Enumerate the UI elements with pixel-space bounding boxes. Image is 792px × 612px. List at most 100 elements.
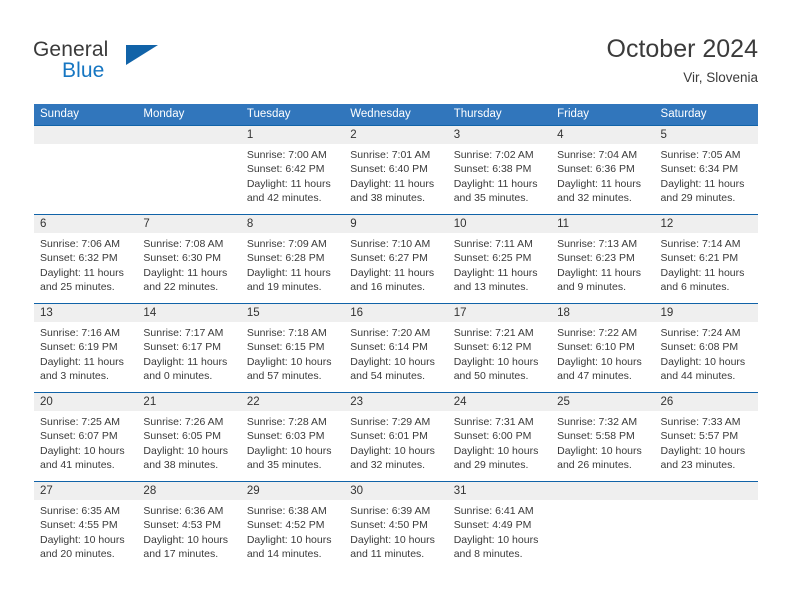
day-cell-inner: 20 Sunrise: 7:25 AM Sunset: 6:07 PM Dayligh… — [34, 392, 138, 481]
sunset-text: Sunset: 4:55 PM — [40, 519, 118, 532]
sunrise-text: Sunrise: 6:39 AM — [350, 505, 431, 517]
day-cell[interactable]: 15 Sunrise: 7:18 AM Sunset: 6:15 PM Dayligh… — [240, 303, 345, 392]
sunset-text: Sunset: 6:15 PM — [246, 341, 325, 354]
sunset-text: Sunset: 6:01 PM — [350, 430, 428, 443]
day-cell-inner: 2 Sunrise: 7:01 AM Sunset: 6:40 PM Daylight… — [344, 125, 448, 214]
day-cell[interactable]: 11 Sunrise: 7:13 AM Sunset: 6:23 PM Dayligh… — [551, 214, 655, 303]
day-details: Sunrise: 7:17 AM Sunset: 6:17 PM Daylight:… — [137, 322, 240, 384]
sunset-text: Sunset: 6:19 PM — [40, 341, 118, 354]
day-cell[interactable]: 24 Sunrise: 7:31 AM Sunset: 6:00 PM Dayligh… — [447, 392, 552, 481]
page-title: October 2024 — [606, 35, 759, 63]
sunrise-text: Sunrise: 7:28 AM — [246, 416, 327, 428]
day-cell[interactable]: 16 Sunrise: 7:20 AM Sunset: 6:14 PM Dayligh… — [344, 303, 448, 392]
day-cell-inner: 9 Sunrise: 7:10 AM Sunset: 6:27 PM Daylight… — [344, 214, 448, 303]
sunset-text: Sunset: 5:57 PM — [660, 430, 739, 443]
day-cell[interactable]: 27 Sunrise: 6:35 AM Sunset: 4:55 PM Dayligh… — [34, 481, 138, 570]
day-cell[interactable]: 2 Sunrise: 7:01 AM Sunset: 6:40 PM Daylight… — [344, 125, 448, 214]
day-cell[interactable]: 13 Sunrise: 7:16 AM Sunset: 6:19 PM Dayligh… — [34, 303, 138, 392]
daylight-text: Daylight: 10 hours — [350, 533, 435, 546]
sunset-text: Sunset: 4:49 PM — [453, 519, 532, 532]
day-number: 26 — [654, 393, 758, 411]
day-cell-inner: 25 Sunrise: 7:32 AM Sunset: 5:58 PM Dayligh… — [551, 392, 655, 481]
day-cell-inner: 15 Sunrise: 7:18 AM Sunset: 6:15 PM Dayligh… — [240, 303, 345, 392]
day-number: 3 — [447, 126, 552, 144]
day-cell-inner: 12 Sunrise: 7:14 AM Sunset: 6:21 PM Dayligh… — [654, 214, 758, 303]
day-cell-inner: 28 Sunrise: 6:36 AM Sunset: 4:53 PM Dayligh… — [137, 481, 241, 570]
day-details: Sunrise: 7:31 AM Sunset: 6:00 PM Daylight:… — [448, 411, 551, 473]
day-number: 14 — [137, 304, 241, 322]
day-details: Sunrise: 7:01 AM Sunset: 6:40 PM Daylight:… — [344, 144, 447, 206]
day-cell-inner: 1 Sunrise: 7:00 AM Sunset: 6:42 PM Daylight… — [240, 125, 345, 214]
day-cell[interactable]: 1 Sunrise: 7:00 AM Sunset: 6:42 PM Daylight… — [240, 125, 345, 214]
daylight-text: Daylight: 10 hours — [246, 533, 332, 546]
weekday-header-monday: Monday — [137, 104, 241, 125]
daylight-text: and 38 minutes. — [350, 192, 425, 205]
day-cell[interactable]: 12 Sunrise: 7:14 AM Sunset: 6:21 PM Dayligh… — [654, 214, 758, 303]
day-number — [137, 126, 241, 144]
daylight-text: Daylight: 11 hours — [453, 177, 538, 190]
daylight-text: and 11 minutes. — [350, 548, 425, 561]
day-number: 1 — [240, 126, 345, 144]
day-cell-inner: 16 Sunrise: 7:20 AM Sunset: 6:14 PM Dayligh… — [344, 303, 448, 392]
daylight-text: Daylight: 10 hours — [246, 355, 332, 368]
day-details: Sunrise: 6:38 AM Sunset: 4:52 PM Daylight:… — [241, 500, 344, 562]
day-cell[interactable]: 6 Sunrise: 7:06 AM Sunset: 6:32 PM Daylight… — [34, 214, 138, 303]
day-number: 6 — [34, 215, 138, 233]
daylight-text: Daylight: 10 hours — [557, 444, 642, 457]
day-cell[interactable]: 5 Sunrise: 7:05 AM Sunset: 6:34 PM Daylight… — [654, 125, 758, 214]
day-cell[interactable]: 19 Sunrise: 7:24 AM Sunset: 6:08 PM Dayligh… — [654, 303, 758, 392]
sunrise-text: Sunrise: 6:38 AM — [246, 505, 327, 517]
day-cell[interactable]: 4 Sunrise: 7:04 AM Sunset: 6:36 PM Daylight… — [551, 125, 655, 214]
daylight-text: and 35 minutes. — [453, 192, 529, 205]
day-cell-inner: 4 Sunrise: 7:04 AM Sunset: 6:36 PM Daylight… — [551, 125, 655, 214]
sunrise-text: Sunrise: 7:17 AM — [143, 327, 224, 339]
day-cell[interactable]: 26 Sunrise: 7:33 AM Sunset: 5:57 PM Dayligh… — [654, 392, 758, 481]
sunrise-text: Sunrise: 7:29 AM — [350, 416, 431, 428]
day-details: Sunrise: 7:22 AM Sunset: 6:10 PM Daylight:… — [551, 322, 654, 384]
day-cell[interactable]: 25 Sunrise: 7:32 AM Sunset: 5:58 PM Dayligh… — [551, 392, 655, 481]
day-cell[interactable]: 20 Sunrise: 7:25 AM Sunset: 6:07 PM Dayligh… — [34, 392, 138, 481]
day-number — [34, 126, 138, 144]
calendar-week-row: 6 Sunrise: 7:06 AM Sunset: 6:32 PM Daylight… — [34, 214, 758, 303]
day-cell[interactable]: 18 Sunrise: 7:22 AM Sunset: 6:10 PM Dayligh… — [551, 303, 655, 392]
day-details: Sunrise: 7:26 AM Sunset: 6:05 PM Daylight:… — [137, 411, 240, 473]
day-cell[interactable]: 17 Sunrise: 7:21 AM Sunset: 6:12 PM Dayligh… — [447, 303, 552, 392]
brand-name-blue: Blue — [62, 59, 105, 82]
day-details: Sunrise: 7:14 AM Sunset: 6:21 PM Daylight:… — [655, 233, 758, 295]
sunrise-text: Sunrise: 7:13 AM — [557, 238, 638, 250]
day-cell[interactable]: 10 Sunrise: 7:11 AM Sunset: 6:25 PM Dayligh… — [447, 214, 552, 303]
sunset-text: Sunset: 4:50 PM — [350, 519, 428, 532]
day-cell[interactable]: 7 Sunrise: 7:08 AM Sunset: 6:30 PM Daylight… — [137, 214, 241, 303]
day-cell[interactable]: 9 Sunrise: 7:10 AM Sunset: 6:27 PM Daylight… — [344, 214, 448, 303]
day-cell[interactable]: 23 Sunrise: 7:29 AM Sunset: 6:01 PM Dayligh… — [344, 392, 448, 481]
day-number: 11 — [551, 215, 655, 233]
day-cell-inner: 10 Sunrise: 7:11 AM Sunset: 6:25 PM Dayligh… — [447, 214, 552, 303]
sunrise-text: Sunrise: 7:06 AM — [40, 238, 120, 250]
daylight-text: Daylight: 10 hours — [350, 355, 435, 368]
day-cell[interactable]: 3 Sunrise: 7:02 AM Sunset: 6:38 PM Daylight… — [447, 125, 552, 214]
day-cell[interactable]: 30 Sunrise: 6:39 AM Sunset: 4:50 PM Dayligh… — [344, 481, 448, 570]
calendar-week-row: 27 Sunrise: 6:35 AM Sunset: 4:55 PM Dayligh… — [34, 481, 758, 570]
day-cell[interactable]: 29 Sunrise: 6:38 AM Sunset: 4:52 PM Dayligh… — [240, 481, 345, 570]
sunrise-text: Sunrise: 7:10 AM — [350, 238, 431, 250]
day-cell[interactable]: 22 Sunrise: 7:28 AM Sunset: 6:03 PM Dayligh… — [240, 392, 345, 481]
day-cell[interactable]: 31 Sunrise: 6:41 AM Sunset: 4:49 PM Dayligh… — [447, 481, 552, 570]
day-cell-empty — [137, 125, 241, 214]
day-cell[interactable]: 28 Sunrise: 6:36 AM Sunset: 4:53 PM Dayligh… — [137, 481, 241, 570]
day-details: Sunrise: 7:21 AM Sunset: 6:12 PM Daylight:… — [448, 322, 551, 384]
daylight-text: Daylight: 10 hours — [40, 533, 125, 546]
daylight-text: Daylight: 10 hours — [40, 444, 125, 457]
day-cell[interactable]: 8 Sunrise: 7:09 AM Sunset: 6:28 PM Daylight… — [240, 214, 345, 303]
sunrise-text: Sunrise: 7:11 AM — [453, 238, 533, 250]
day-details: Sunrise: 7:33 AM Sunset: 5:57 PM Daylight:… — [655, 411, 758, 473]
day-cell[interactable]: 21 Sunrise: 7:26 AM Sunset: 6:05 PM Dayligh… — [137, 392, 241, 481]
day-details: Sunrise: 7:18 AM Sunset: 6:15 PM Daylight:… — [241, 322, 344, 384]
day-cell[interactable]: 14 Sunrise: 7:17 AM Sunset: 6:17 PM Dayligh… — [137, 303, 241, 392]
sunset-text: Sunset: 5:58 PM — [557, 430, 635, 443]
sunset-text: Sunset: 6:00 PM — [453, 430, 532, 443]
daylight-text: and 16 minutes. — [350, 281, 425, 294]
daylight-text: and 9 minutes. — [557, 281, 626, 294]
sunrise-text: Sunrise: 6:36 AM — [143, 505, 224, 517]
sunrise-text: Sunrise: 7:25 AM — [40, 416, 120, 428]
day-cell-empty — [34, 125, 138, 214]
